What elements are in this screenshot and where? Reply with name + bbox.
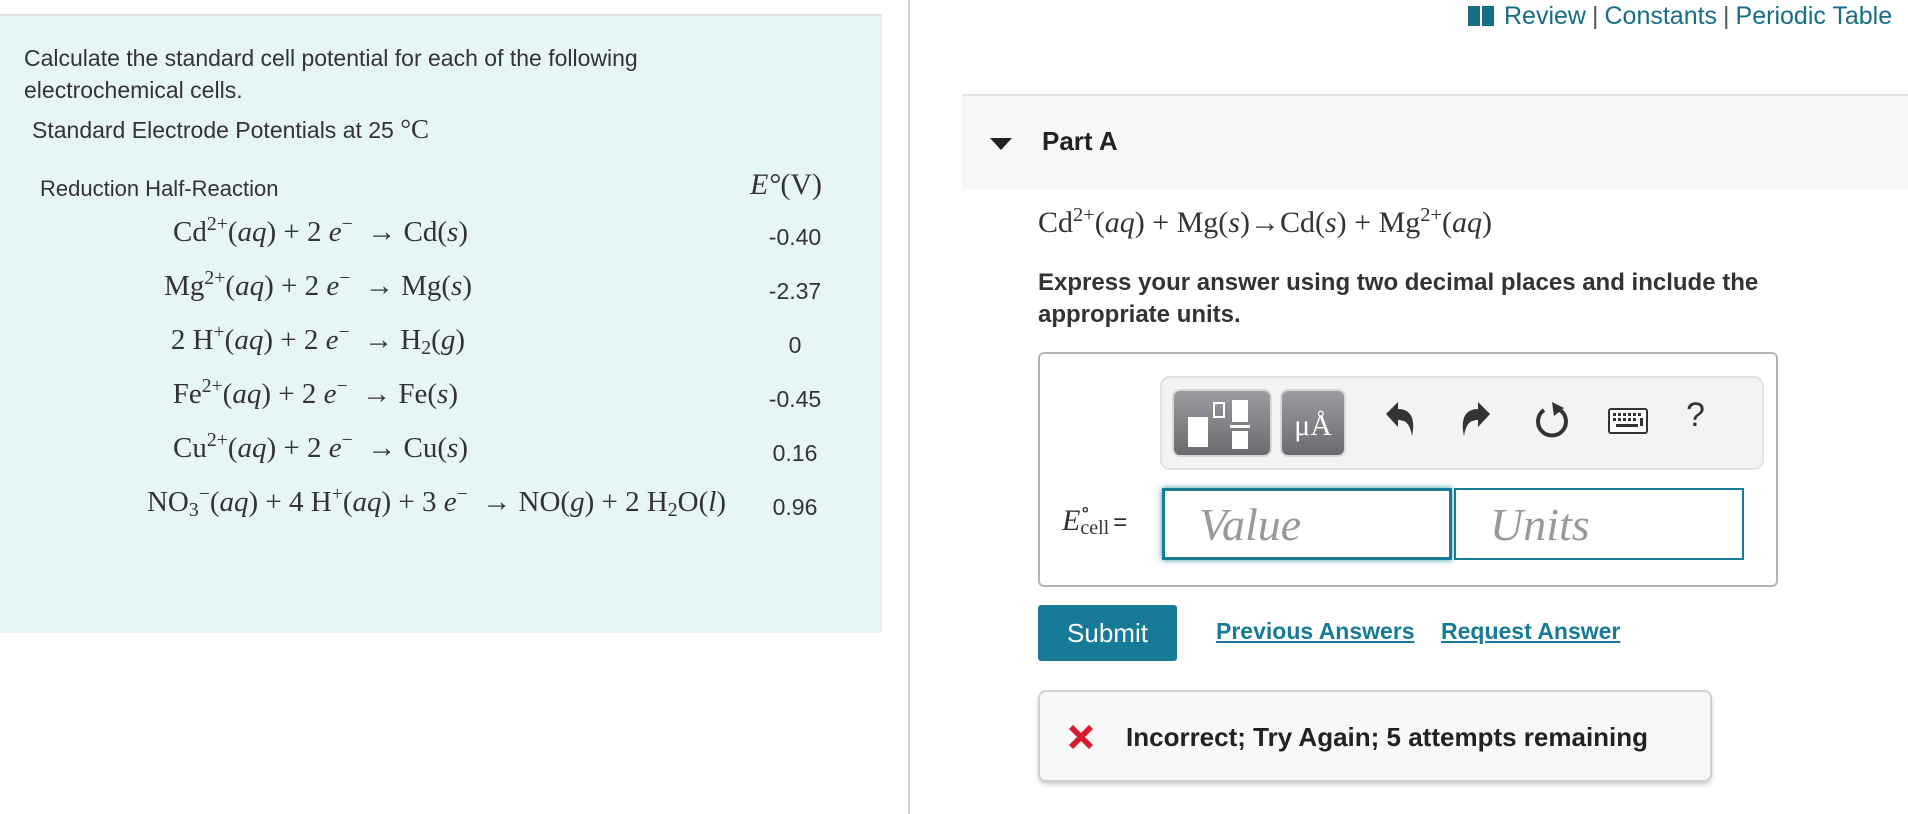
templates-icon bbox=[1188, 400, 1250, 449]
periodic-table-link[interactable]: Periodic Table bbox=[1736, 2, 1893, 30]
half-reaction: Mg2+(aq) + 2 e− → Mg(s) bbox=[164, 267, 472, 302]
half-reaction: Cu2+(aq) + 2 e− → Cu(s) bbox=[173, 429, 468, 464]
request-answer-link[interactable]: Request Answer bbox=[1441, 618, 1620, 645]
problem-panel: Calculate the standard cell potential fo… bbox=[0, 14, 882, 633]
link-separator: | bbox=[1723, 2, 1730, 30]
equals-sign: = bbox=[1113, 509, 1128, 536]
value-input[interactable] bbox=[1162, 488, 1452, 560]
units-button[interactable]: μÅ bbox=[1280, 389, 1346, 457]
ecell-subscript: cell bbox=[1080, 517, 1110, 540]
potential-symbol: E° bbox=[750, 168, 781, 201]
feedback-message: Incorrect; Try Again; 5 attempts remaini… bbox=[1038, 690, 1712, 782]
constants-link[interactable]: Constants bbox=[1604, 2, 1717, 30]
potential-unit: (V) bbox=[780, 168, 822, 201]
half-reaction: Cd2+(aq) + 2 e− → Cd(s) bbox=[173, 213, 468, 248]
previous-answers-link[interactable]: Previous Answers bbox=[1216, 618, 1415, 645]
x-icon bbox=[1069, 725, 1093, 749]
math-toolbar: μÅ ? bbox=[1160, 376, 1764, 470]
table-row: 2 H+(aq) + 2 e− → H2(g) 0 bbox=[0, 321, 882, 374]
table-row: Cu2+(aq) + 2 e− → Cu(s) 0.16 bbox=[0, 429, 882, 482]
potential-value: 0.16 bbox=[772, 440, 818, 466]
problem-intro: Calculate the standard cell potential fo… bbox=[24, 45, 638, 103]
table-row: Cd2+(aq) + 2 e− → Cd(s) -0.40 bbox=[0, 213, 882, 266]
panel-divider[interactable] bbox=[908, 0, 910, 814]
answer-instructions: Express your answer using two decimal pl… bbox=[1038, 269, 1759, 328]
potential-value: -2.37 bbox=[768, 278, 822, 304]
units-input[interactable] bbox=[1454, 488, 1744, 560]
table-row: Mg2+(aq) + 2 e− → Mg(s) -2.37 bbox=[0, 267, 882, 320]
collapse-caret-icon[interactable] bbox=[990, 138, 1012, 150]
column-header-potential: E°(V) bbox=[750, 168, 822, 202]
table-title: Standard Electrode Potentials at 25 °C bbox=[32, 114, 429, 145]
answer-box: μÅ ? E ∘ cell = bbox=[1038, 352, 1778, 587]
column-header-reaction: Reduction Half-Reaction bbox=[40, 176, 279, 201]
resource-links: Review | Constants | Periodic Table bbox=[1468, 2, 1892, 31]
part-a-header[interactable]: Part A bbox=[962, 94, 1908, 189]
part-title: Part A bbox=[1042, 126, 1118, 156]
table-row: NO3−(aq) + 4 H+(aq) + 3 e− → NO(g) + 2 H… bbox=[0, 483, 882, 536]
feedback-text: Incorrect; Try Again; 5 attempts remaini… bbox=[1126, 722, 1649, 752]
templates-button[interactable] bbox=[1172, 389, 1272, 457]
ecell-label: E ∘ cell = bbox=[1062, 500, 1128, 541]
half-reaction: 2 H+(aq) + 2 e− → H2(g) bbox=[170, 321, 465, 359]
half-reaction: Fe2+(aq) + 2 e− → Fe(s) bbox=[172, 375, 458, 410]
potential-value: 0 bbox=[788, 332, 802, 358]
question-equation: Cd2+(aq) + Mg(s)→Cd(s) + Mg2+(aq) bbox=[1038, 203, 1492, 239]
undo-icon[interactable] bbox=[1384, 400, 1418, 440]
table-title-text: Standard Electrode Potentials at 25 bbox=[32, 117, 394, 143]
potential-value: -0.45 bbox=[768, 386, 822, 412]
submit-button[interactable]: Submit bbox=[1038, 605, 1177, 661]
ecell-symbol: E bbox=[1062, 504, 1081, 537]
redo-icon[interactable] bbox=[1458, 400, 1492, 440]
keyboard-icon[interactable] bbox=[1608, 408, 1648, 434]
half-reaction: NO3−(aq) + 4 H+(aq) + 3 e− → NO(g) + 2 H… bbox=[146, 483, 726, 521]
link-separator: | bbox=[1591, 2, 1599, 30]
potential-value: -0.40 bbox=[768, 224, 822, 250]
book-icon bbox=[1468, 6, 1494, 26]
help-icon[interactable]: ? bbox=[1686, 396, 1705, 435]
reset-icon[interactable] bbox=[1534, 400, 1570, 440]
potential-value: 0.96 bbox=[772, 494, 818, 520]
review-link[interactable]: Review bbox=[1504, 2, 1586, 30]
table-row: Fe2+(aq) + 2 e− → Fe(s) -0.45 bbox=[0, 375, 882, 428]
table-title-unit: °C bbox=[400, 114, 430, 144]
